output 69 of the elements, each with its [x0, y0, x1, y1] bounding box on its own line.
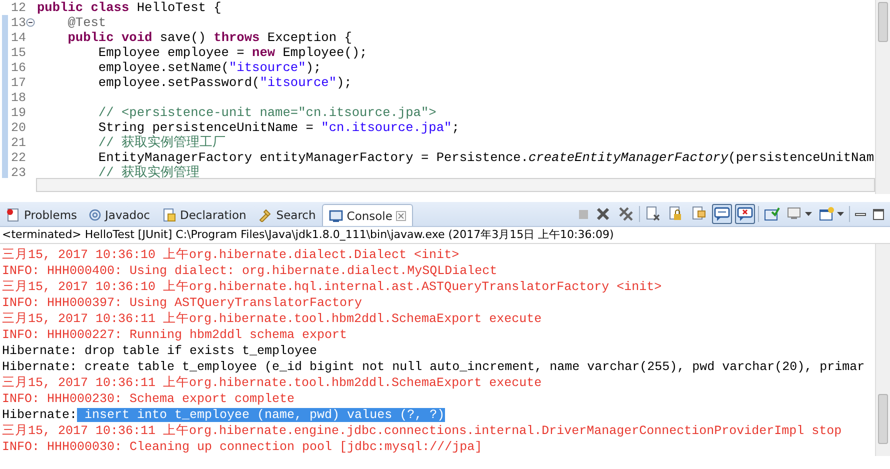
line-number: 21	[10, 136, 26, 150]
console-line: 三月15, 2017 10:36:11 上午org.hibernate.tool.hbm2ddl.SchemaExport execute	[1, 311, 543, 327]
toolbar-button[interactable]	[871, 206, 886, 222]
lock-icon	[668, 206, 684, 222]
code-line: employee.setName("itsource");	[97, 60, 322, 75]
console-line: INFO: HHH000230: Schema export complete	[1, 391, 296, 407]
code-line: Employee employee = new Employee();	[97, 45, 368, 60]
vertical-scrollbar[interactable]	[875, 244, 890, 456]
console-line: 三月15, 2017 10:36:11 上午org.hibernate.tool.hbm2ddl.SchemaExport execute	[1, 375, 543, 391]
clear-icon	[645, 206, 661, 222]
code-line: employee.setPassword("itsource");	[97, 75, 352, 90]
monitor-icon	[787, 206, 803, 222]
line-number: 19	[10, 106, 26, 120]
console-line: 三月15, 2017 10:36:10 上午org.hibernate.dialect.Dialect <init>	[1, 247, 460, 263]
console-line: INFO: HHH000400: Using dialect: org.hibernate.dialect.MySQLDialect	[1, 263, 498, 279]
toolbar-button[interactable]	[712, 204, 732, 224]
maximize-icon	[873, 208, 884, 220]
console-line: Hibernate: drop table if exists t_employee	[1, 343, 318, 359]
view-tab[interactable]: Javadoc	[83, 204, 156, 226]
document-icon	[162, 208, 176, 222]
console-line: INFO: HHH000397: Using ASTQueryTranslatorFactory	[1, 295, 364, 311]
speech-bubble-icon	[714, 206, 730, 222]
line-number: 14	[10, 30, 26, 44]
line-number: 16	[10, 60, 26, 74]
code-line: public class HelloTest {	[37, 0, 222, 15]
caret-icon	[805, 212, 812, 216]
code-line: EntityManagerFactory entityManagerFactory = Persistence.createEntityManagerFactory(persistenceUnitNam	[97, 150, 874, 165]
remove-icon	[595, 206, 611, 222]
toolbar-button[interactable]	[735, 204, 755, 224]
stop-icon	[579, 210, 588, 218]
close-icon[interactable]	[396, 210, 406, 220]
remove-all-icon	[618, 206, 634, 222]
console-line: Hibernate: insert into t_employee (name, pwd) values (?, ?)	[1, 407, 446, 423]
console-icon	[328, 208, 343, 222]
minimize-icon	[855, 212, 866, 216]
view-tab[interactable]: Declaration	[156, 204, 252, 226]
line-number: 18	[10, 90, 26, 104]
speech-bubble-icon	[737, 206, 753, 222]
flashlight-icon	[258, 208, 272, 222]
code-line: String persistenceUnitName = "cn.itsource.jpa";	[97, 120, 460, 135]
view-tab[interactable]: Problems	[0, 204, 84, 226]
view-tab[interactable]: Search	[252, 204, 322, 226]
vertical-scrollbar[interactable]	[875, 0, 890, 194]
code-line: public void save() throws Exception {	[66, 30, 352, 45]
caret-icon	[837, 212, 844, 216]
document-icon	[691, 206, 707, 222]
launch-status: <terminated> HelloTest [JUnit] C:\Program Files\Java\jdk1.8.0_111\bin\javaw.exe (2017年3月15日 上午10:36:09)	[0, 227, 890, 244]
code-line: // 获取实例管理工厂	[97, 134, 226, 151]
line-number: 13	[10, 16, 26, 30]
console-line: Hibernate: create table t_employee (e_id bigint not null auto_increment, name varchar(255), pwd varchar(20), primar	[1, 359, 866, 375]
line-number: 15	[10, 46, 26, 60]
code-line: // 获取实例管理	[97, 164, 200, 178]
collapse-icon[interactable]	[26, 18, 35, 27]
line-number: 23	[10, 166, 26, 178]
console-line: 三月15, 2017 10:36:10 上午org.hibernate.hql.internal.ast.ASTQueryTranslatorFactory <init>	[1, 279, 663, 295]
horizontal-scrollbar[interactable]	[36, 178, 875, 192]
toolbar-button[interactable]	[853, 210, 868, 218]
console-line: INFO: HHH000030: Cleaning up connection pool [jdbc:mysql:///jpa]	[1, 439, 484, 455]
problems-icon	[6, 208, 20, 222]
line-number: 17	[10, 76, 26, 90]
line-number: 22	[10, 150, 26, 164]
code-line: // <persistence-unit name="cn.itsource.jpa">	[97, 105, 436, 120]
line-number: 20	[10, 120, 26, 134]
code-line: @Test	[66, 15, 106, 30]
new-window-icon	[819, 206, 835, 222]
view-tab[interactable]: Console	[322, 204, 414, 226]
console-line: 三月15, 2017 10:36:11 上午org.hibernate.engine.jdbc.connections.internal.DriverManagerConnectionProviderImpl stop	[1, 423, 843, 439]
console-line: INFO: HHH000227: Running hbm2ddl schema export	[1, 327, 348, 343]
line-number: 12	[10, 0, 26, 14]
